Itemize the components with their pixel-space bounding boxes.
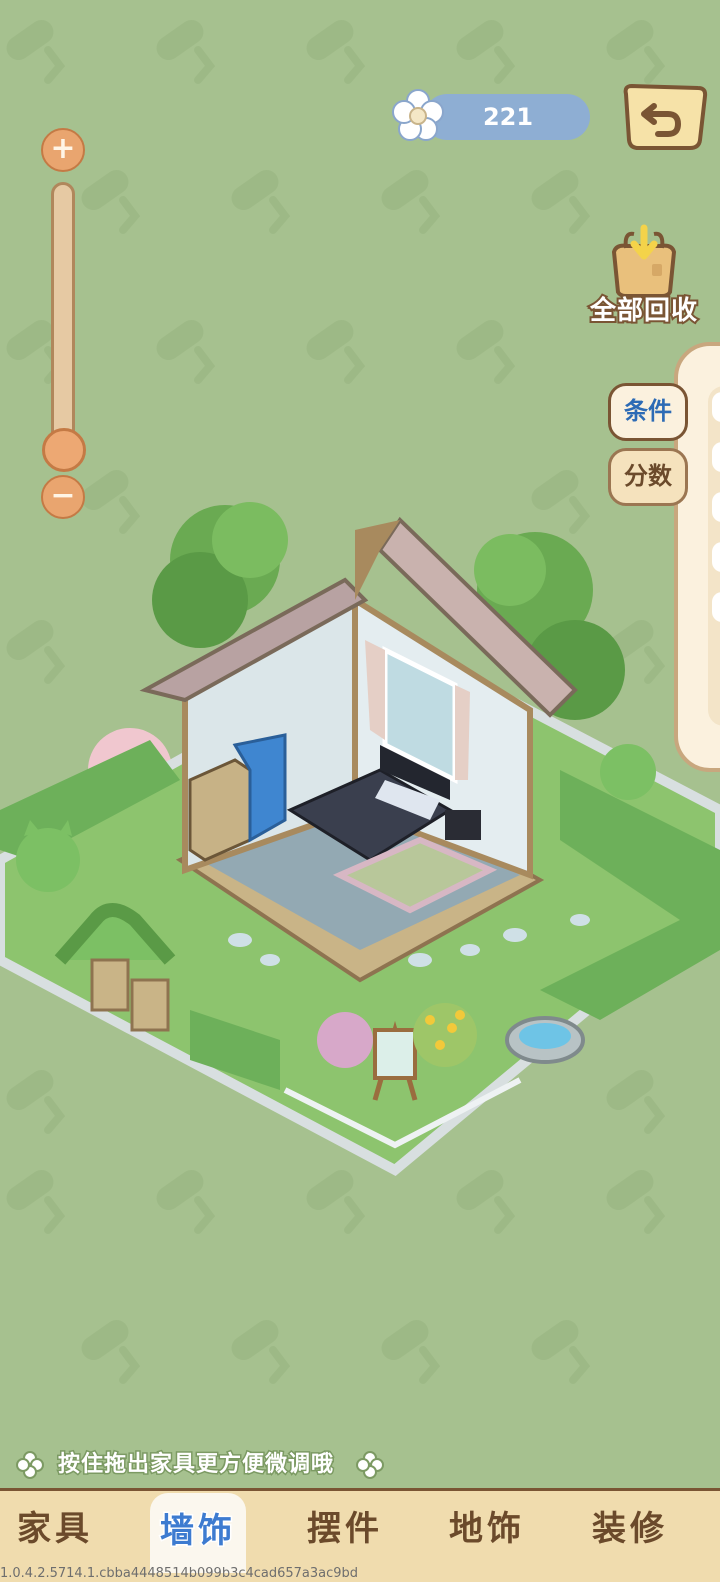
flower-bush <box>317 1012 373 1068</box>
recycle-all-button[interactable]: 全部回收 <box>584 224 704 334</box>
room-scene[interactable] <box>0 480 720 1180</box>
flower-bush <box>413 1003 477 1067</box>
hint-text: 按住拖出家具更方便微调哦 <box>56 1451 335 1479</box>
tab-furniture[interactable]: 家具 <box>0 1491 110 1571</box>
tab-floor-decor[interactable]: 地饰 <box>432 1491 542 1571</box>
tab-wall-decor[interactable]: 墙饰 <box>150 1493 246 1573</box>
recycle-bag-icon <box>611 224 677 298</box>
currency-amount: 221 <box>482 103 534 131</box>
cat-topiary <box>600 744 656 800</box>
clover-icon <box>16 1451 44 1479</box>
undo-button[interactable] <box>620 84 708 152</box>
well <box>505 1016 585 1064</box>
list-item[interactable] <box>712 442 720 472</box>
currency-counter: 221 <box>388 89 592 144</box>
zoom-slider-handle[interactable] <box>42 428 86 472</box>
version-label: 1.0.4.2.5714.1.cbba4448514b099b3c4cad657… <box>0 1566 359 1581</box>
zoom-in-button[interactable]: + <box>41 128 85 172</box>
list-item[interactable] <box>712 392 720 422</box>
plus-icon: + <box>50 131 76 166</box>
clover-icon <box>356 1451 384 1479</box>
recycle-all-label: 全部回收 <box>588 294 699 328</box>
tab-conditions[interactable]: 条件 <box>608 383 688 441</box>
tab-ornaments[interactable]: 摆件 <box>290 1491 400 1571</box>
zoom-slider-track[interactable] <box>51 182 75 456</box>
tab-renovation[interactable]: 装修 <box>575 1491 685 1571</box>
hint-banner: 按住拖出家具更方便微调哦 <box>14 1447 394 1483</box>
flower-icon <box>392 89 444 141</box>
